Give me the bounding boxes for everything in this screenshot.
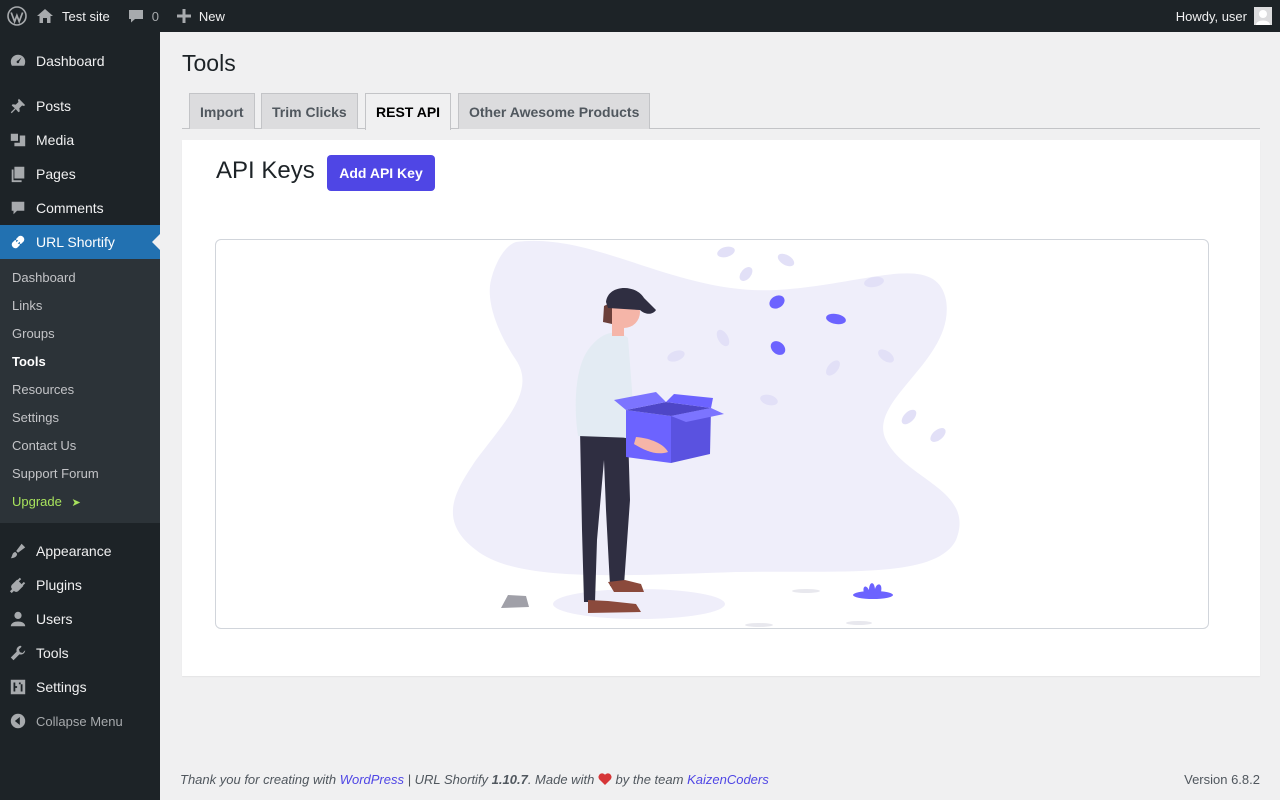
sidebar-item-label: Settings	[36, 679, 87, 695]
collapse-menu-button[interactable]: Collapse Menu	[0, 704, 160, 738]
howdy-label: Howdy, user	[1175, 8, 1247, 24]
pages-icon	[0, 165, 36, 183]
upgrade-label: Upgrade	[12, 494, 62, 509]
my-account-menu[interactable]: Howdy, user	[1176, 0, 1280, 32]
pin-icon	[0, 97, 36, 115]
add-api-key-button[interactable]: Add API Key	[327, 155, 435, 191]
avatar	[1254, 7, 1272, 25]
wrench-icon	[0, 644, 36, 662]
sidebar-item-label: Plugins	[36, 577, 82, 593]
site-name-label: Test site	[62, 8, 110, 24]
dashboard-icon	[0, 52, 36, 70]
plugin-icon	[0, 576, 36, 594]
wordpress-logo-icon	[7, 6, 27, 26]
upgrade-arrow-icon: ➤	[71, 497, 81, 509]
sidebar-item-label: Dashboard	[36, 53, 105, 69]
new-label: New	[198, 8, 225, 24]
footer-text: | URL Shortify	[404, 772, 492, 787]
tab-other-awesome-products[interactable]: Other Awesome Products	[458, 93, 651, 129]
sidebar-item-appearance[interactable]: Appearance	[0, 534, 160, 568]
settings-icon	[0, 678, 36, 696]
sidebar-item-label: Media	[36, 132, 75, 148]
wordpress-link[interactable]: WordPress	[340, 772, 404, 787]
url-shortify-submenu: Dashboard Links Groups Tools Resources S…	[0, 259, 160, 523]
footer-thanks: Thank you for creating with WordPress | …	[180, 772, 769, 787]
collapse-menu-label: Collapse Menu	[36, 713, 123, 729]
collapse-arrow-icon	[0, 712, 36, 730]
link-icon	[0, 233, 36, 251]
site-name-link[interactable]: Test site	[34, 0, 118, 32]
sidebar-item-label: Posts	[36, 98, 72, 114]
sidebar-item-label: Appearance	[36, 543, 112, 559]
sidebar-item-label: Tools	[36, 645, 69, 661]
page-title: Tools	[182, 50, 236, 76]
tools-tabs: Import Trim Clicks REST API Other Awesom…	[182, 93, 1260, 130]
plus-icon	[176, 9, 191, 23]
comments-link[interactable]: 0	[120, 0, 167, 32]
submenu-item-dashboard[interactable]: Dashboard	[12, 268, 76, 288]
new-content-button[interactable]: New	[169, 0, 233, 32]
tab-rest-api[interactable]: REST API	[365, 93, 452, 130]
plugin-version: 1.10.7	[491, 772, 528, 787]
sidebar-item-users[interactable]: Users	[0, 602, 160, 636]
kaizencoders-link[interactable]: KaizenCoders	[687, 772, 769, 787]
api-keys-heading: API Keys	[216, 157, 315, 184]
heart-icon	[598, 773, 612, 785]
paintbrush-icon	[0, 542, 36, 560]
sidebar-item-plugins[interactable]: Plugins	[0, 568, 160, 602]
sidebar-item-label: Pages	[36, 166, 76, 182]
media-icon	[0, 131, 36, 149]
tab-trim-clicks[interactable]: Trim Clicks	[261, 93, 358, 129]
comment-bubble-icon	[128, 10, 143, 23]
sidebar-item-label: Users	[36, 611, 73, 627]
user-icon	[0, 610, 36, 628]
footer-text: Thank you for creating with	[180, 772, 340, 787]
admin-bar: Test site 0 New Howdy, user	[0, 0, 1280, 32]
footer-text: . Made with	[527, 772, 598, 787]
submenu-item-links[interactable]: Links	[12, 296, 42, 316]
sidebar-item-media[interactable]: Media	[0, 123, 160, 157]
sidebar-item-dashboard[interactable]: Dashboard	[0, 44, 160, 78]
sidebar-item-label: Comments	[36, 200, 104, 216]
home-icon	[37, 9, 53, 23]
sidebar-item-pages[interactable]: Pages	[0, 157, 160, 191]
comment-icon	[0, 199, 36, 217]
sidebar-item-tools[interactable]: Tools	[0, 636, 160, 670]
submenu-item-support-forum[interactable]: Support Forum	[12, 464, 99, 484]
submenu-item-contact-us[interactable]: Contact Us	[12, 436, 76, 456]
comments-count: 0	[151, 8, 159, 24]
footer-text: by the team	[611, 772, 688, 787]
sidebar-item-url-shortify[interactable]: URL Shortify	[0, 225, 160, 259]
sidebar-item-posts[interactable]: Posts	[0, 89, 160, 123]
empty-box-illustration	[452, 240, 960, 627]
wp-version: Version 6.8.2	[1184, 772, 1260, 787]
avatar-placeholder-icon	[1256, 10, 1270, 25]
empty-state-card	[215, 239, 1209, 629]
sidebar-item-comments[interactable]: Comments	[0, 191, 160, 225]
submenu-item-upgrade[interactable]: Upgrade ➤	[12, 492, 81, 512]
wordpress-logo-button[interactable]	[0, 0, 34, 32]
rest-api-panel: API Keys Add API Key	[182, 140, 1260, 676]
submenu-item-tools[interactable]: Tools	[12, 352, 46, 372]
sidebar-item-settings[interactable]: Settings	[0, 670, 160, 704]
admin-sidebar: Dashboard Posts Media Pages Comments URL…	[0, 32, 160, 800]
sidebar-item-label: URL Shortify	[36, 234, 115, 250]
tab-import[interactable]: Import	[189, 93, 255, 129]
submenu-item-settings[interactable]: Settings	[12, 408, 59, 428]
submenu-item-groups[interactable]: Groups	[12, 324, 55, 344]
submenu-item-resources[interactable]: Resources	[12, 380, 74, 400]
